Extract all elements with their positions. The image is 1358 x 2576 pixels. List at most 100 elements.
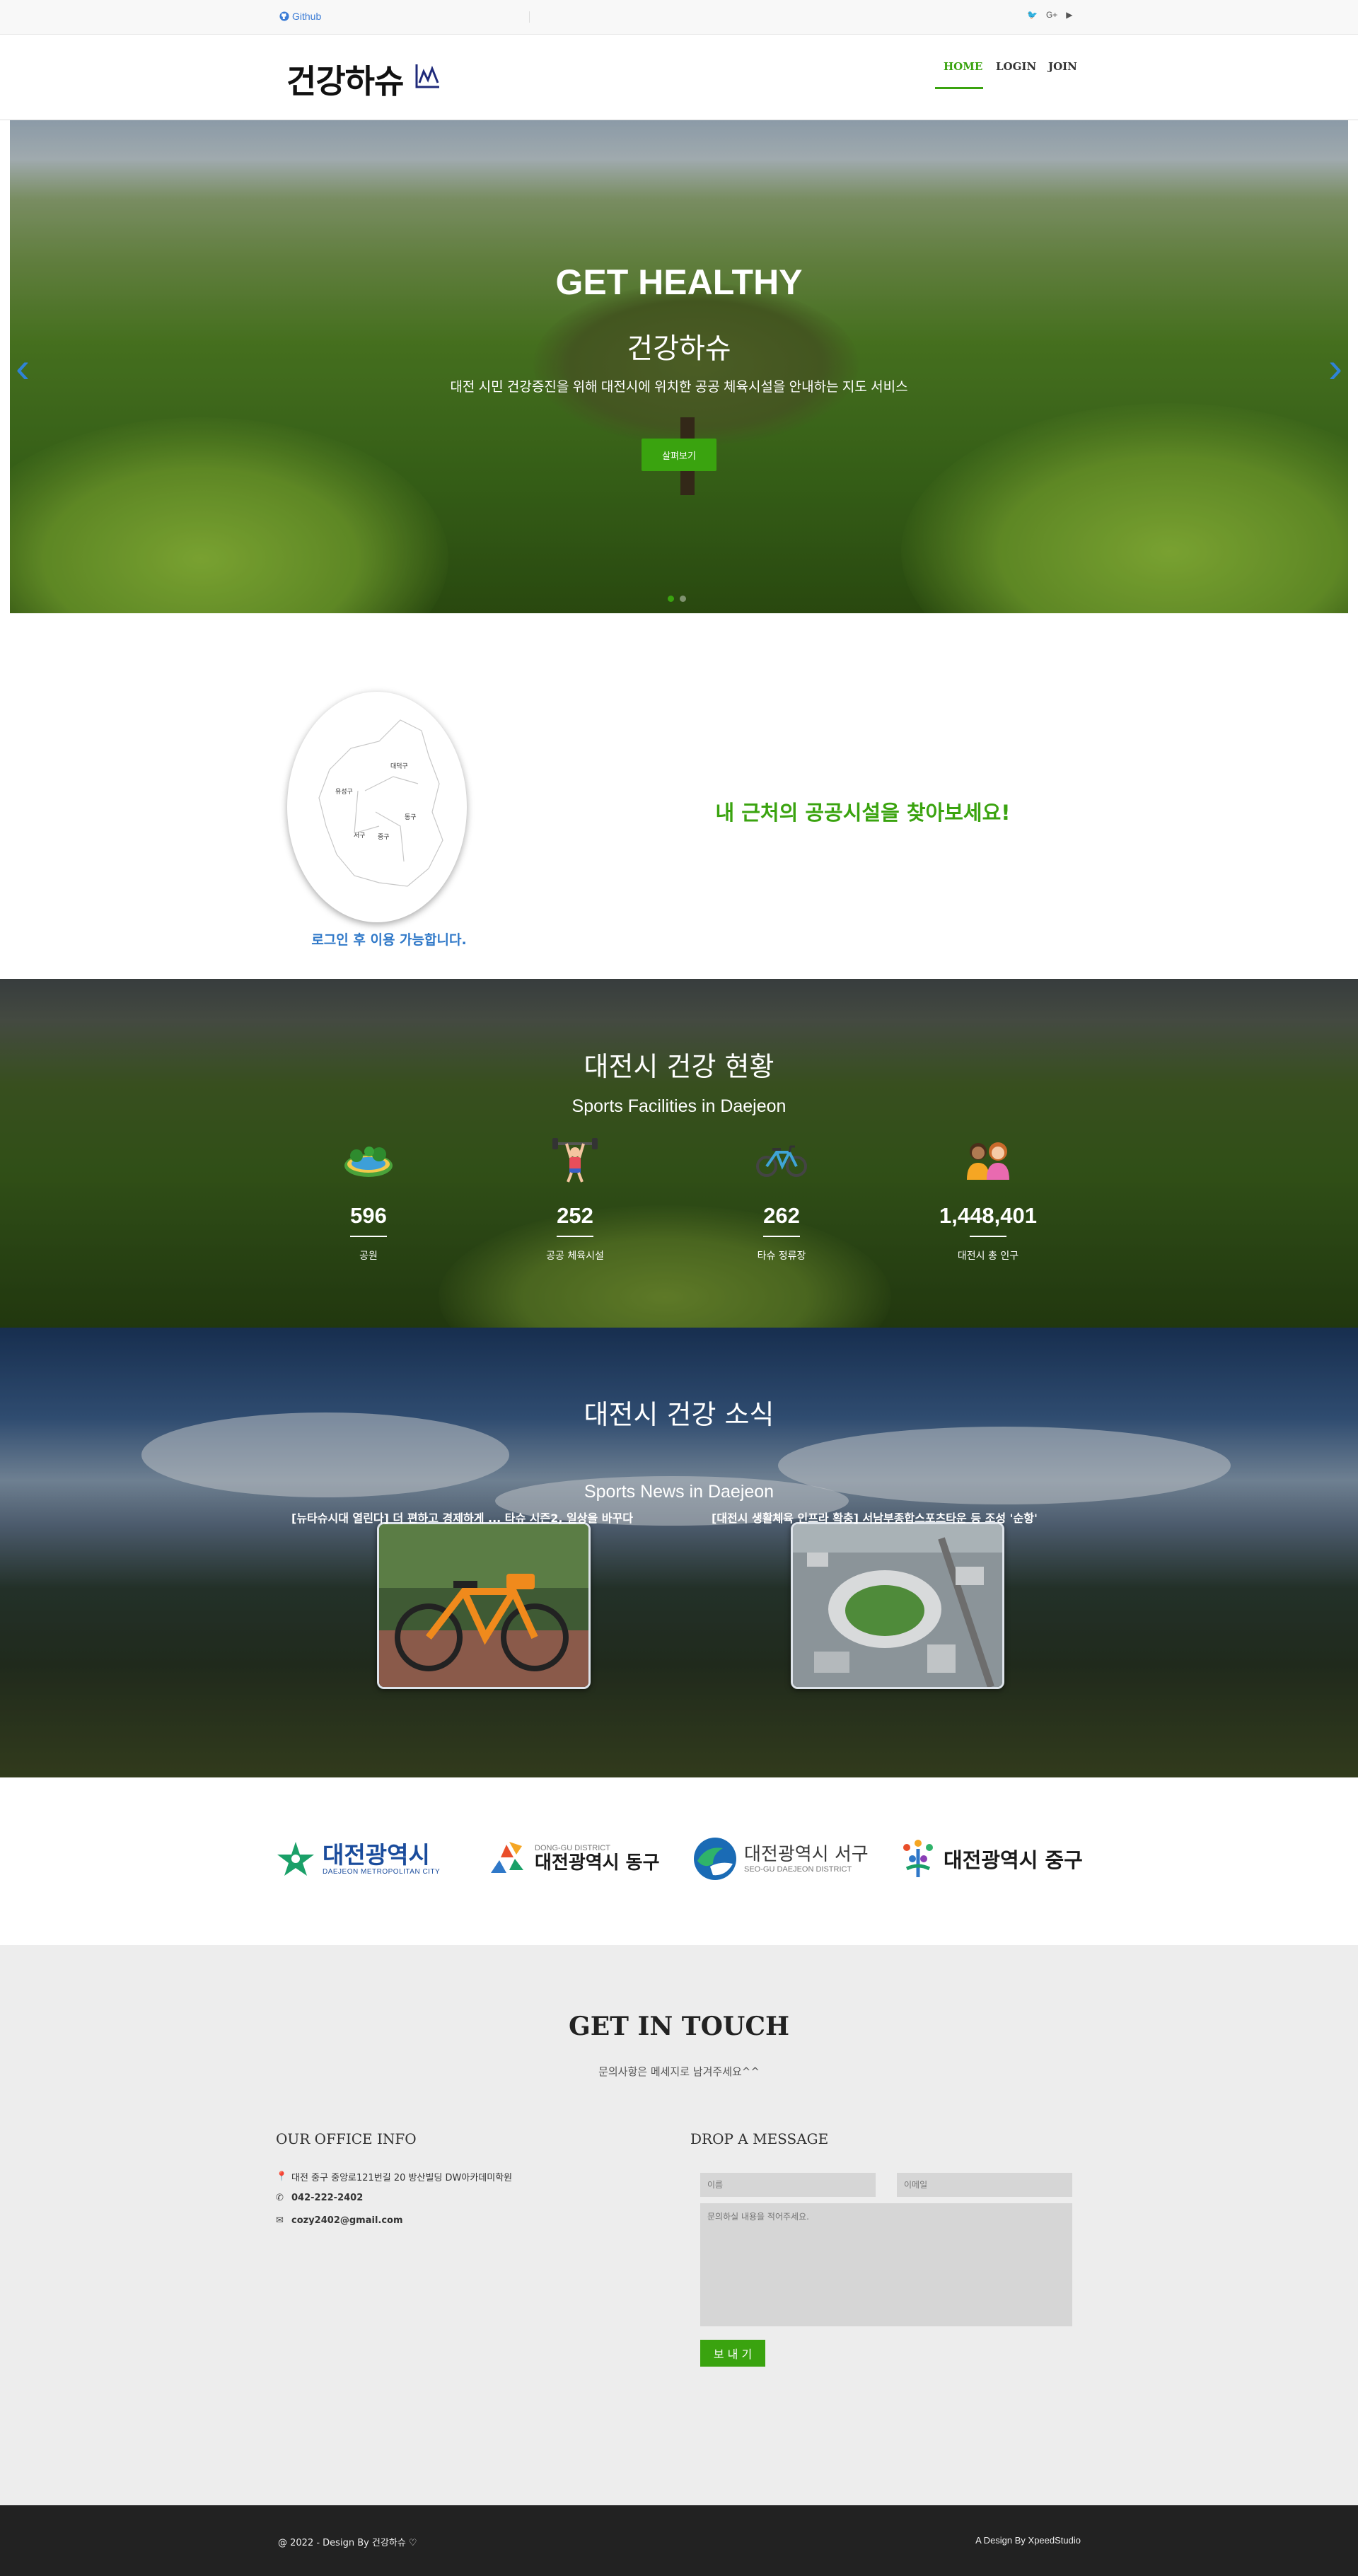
- stat-divider: [350, 1236, 387, 1237]
- partner-jung-gu[interactable]: 대전광역시 중구: [900, 1834, 1083, 1884]
- partner-dong-gu[interactable]: DONG-GU DISTRICT 대전광역시 동구: [485, 1834, 660, 1884]
- hero-description: 대전 시민 건강증진을 위해 대전시에 위치한 공공 체육시설을 안내하는 지도…: [450, 380, 908, 395]
- carousel-dot[interactable]: [680, 596, 686, 602]
- partner-seo-gu[interactable]: 대전광역시 서구 SEO-GU DAEJEON DISTRICT: [692, 1834, 869, 1884]
- stat-value: 262: [763, 1203, 800, 1228]
- github-label: Github: [292, 11, 322, 22]
- office-phone: ✆ 042-222-2402: [276, 2193, 363, 2203]
- news-subtitle: Sports News in Daejeon: [584, 1482, 774, 1502]
- stat-divider: [557, 1236, 593, 1237]
- logo-chart-icon: [415, 64, 439, 88]
- stats-title: 대전시 건강 현황: [584, 1051, 774, 1082]
- twitter-icon[interactable]: 🐦: [1027, 10, 1038, 20]
- news-caption[interactable]: [뉴타슈시대 열린다] 더 편하고 경제하게 ... 타슈 시즌2, 일상을 바…: [291, 1509, 633, 1526]
- stat-divider: [763, 1236, 800, 1237]
- message-textarea[interactable]: [700, 2203, 1072, 2326]
- news-section: 대전시 건강 소식 Sports News in Daejeon [뉴타슈시대 …: [0, 1328, 1358, 1777]
- drop-message-heading: DROP A MESSAGE: [690, 2130, 829, 2147]
- top-bar: Github 🐦 G+ ▶: [0, 0, 1358, 35]
- district-jung[interactable]: 중구: [378, 832, 390, 841]
- send-button[interactable]: 보 내 기: [700, 2340, 765, 2367]
- carousel-dot[interactable]: [668, 596, 674, 602]
- stat-bike-stations: 262 타슈 정류장: [686, 1137, 877, 1263]
- news-caption[interactable]: [대전시 생활체육 인프라 확충] 서남부종합스포츠타운 등 조성 '순항': [712, 1509, 1038, 1526]
- login-notice: 로그인 후 이용 가능합니다.: [311, 932, 467, 948]
- stat-label: 공원: [359, 1251, 378, 1262]
- email-text[interactable]: cozy2402@gmail.com: [291, 2215, 403, 2226]
- stat-population: 1,448,401 대전시 총 인구: [893, 1137, 1084, 1263]
- partner-subtitle: SEO-GU DAEJEON DISTRICT: [744, 1865, 852, 1874]
- stat-facilities: 252 공공 체육시설: [480, 1137, 671, 1263]
- phone-icon: ✆: [276, 2193, 284, 2203]
- bicycle-icon: [686, 1137, 877, 1183]
- district-dong[interactable]: 동구: [405, 812, 417, 821]
- daejeon-map[interactable]: 대덕구 유성구 동구 서구 중구: [287, 692, 467, 922]
- stat-label: 공공 체육시설: [546, 1251, 604, 1262]
- dong-gu-emblem-icon: [491, 1842, 523, 1873]
- explore-button[interactable]: 살펴보기: [642, 439, 716, 471]
- site-header: 건강하슈 HOME LOGIN JOIN: [0, 35, 1358, 120]
- nav-login[interactable]: LOGIN: [996, 60, 1036, 73]
- hero-carousel: GET HEALTHY 건강하슈 대전 시민 건강증진을 위해 대전시에 위치한…: [10, 120, 1348, 613]
- site-logo[interactable]: 건강하슈: [286, 56, 404, 103]
- youtube-icon[interactable]: ▶: [1066, 10, 1072, 20]
- google-plus-icon[interactable]: G+: [1046, 10, 1057, 20]
- map-marker-icon: 📍: [276, 2171, 288, 2182]
- phone-text: 042-222-2402: [291, 2193, 364, 2203]
- stat-label: 타슈 정류장: [757, 1251, 806, 1262]
- stadium-aerial-image[interactable]: [791, 1522, 1004, 1689]
- hero-subtitle: 건강하슈: [627, 332, 731, 365]
- office-email: ✉ cozy2402@gmail.com: [276, 2215, 403, 2226]
- stat-parks: 596 공원: [273, 1137, 464, 1263]
- stat-value: 1,448,401: [939, 1203, 1037, 1228]
- stat-value: 596: [350, 1203, 387, 1228]
- github-link[interactable]: Github: [279, 11, 321, 22]
- partner-name: 대전광역시 서구: [744, 1844, 869, 1865]
- footer-credit[interactable]: A Design By XpeedStudio: [975, 2535, 1081, 2546]
- github-icon: [279, 11, 289, 21]
- carousel-next-icon[interactable]: ›: [1328, 343, 1342, 392]
- contact-subtitle: 문의사항은 메세지로 남겨주세요^^: [598, 2065, 760, 2078]
- office-info-heading: OUR OFFICE INFO: [276, 2130, 417, 2147]
- topbar-divider: [529, 11, 530, 23]
- news-title: 대전시 건강 소식: [584, 1399, 774, 1430]
- find-facilities-headline: 내 근처의 공공시설을 찾아보세요!: [715, 801, 1011, 825]
- district-map-outline: [318, 719, 443, 887]
- partner-subtitle: DONG-GU DISTRICT: [535, 1844, 610, 1852]
- weightlifter-icon: [480, 1137, 671, 1183]
- jung-gu-emblem-icon: [903, 1840, 933, 1877]
- stat-label: 대전시 총 인구: [957, 1251, 1019, 1262]
- email-input[interactable]: [897, 2173, 1072, 2197]
- people-icon: [893, 1137, 1084, 1183]
- orange-bicycle-image[interactable]: [377, 1522, 591, 1689]
- footer-copyright: @ 2022 - Design By 건강하슈 ♡: [278, 2538, 417, 2548]
- partner-daejeon-city[interactable]: 대전광역시 DAEJEON METROPOLITAN CITY: [274, 1834, 440, 1884]
- name-input[interactable]: [700, 2173, 876, 2197]
- address-text: 대전 중구 중앙로121번길 20 방산빌딩 DW아카데미학원: [291, 2173, 513, 2183]
- office-address: 📍 대전 중구 중앙로121번길 20 방산빌딩 DW아카데미학원: [276, 2170, 512, 2183]
- nav-home[interactable]: HOME: [944, 60, 982, 73]
- social-links: 🐦 G+ ▶: [1027, 10, 1073, 20]
- hero-title: GET HEALTHY: [555, 262, 803, 302]
- stat-divider: [970, 1236, 1006, 1237]
- partner-subtitle: DAEJEON METROPOLITAN CITY: [323, 1867, 441, 1876]
- partner-name: 대전광역시 중구: [944, 1848, 1083, 1872]
- seo-gu-emblem-icon: [694, 1838, 736, 1880]
- news-card[interactable]: [791, 1522, 1004, 1689]
- carousel-prev-icon[interactable]: ‹: [16, 343, 30, 392]
- contact-title: GET IN TOUCH: [569, 2012, 789, 2041]
- hero-overlay: [10, 120, 1348, 613]
- news-card[interactable]: [377, 1522, 591, 1689]
- park-icon: [273, 1137, 464, 1183]
- nav-join[interactable]: JOIN: [1048, 60, 1077, 73]
- stats-overlay: [0, 979, 1358, 1328]
- district-yuseong[interactable]: 유성구: [335, 787, 353, 796]
- nav-active-indicator: [935, 87, 983, 89]
- envelope-icon: ✉: [276, 2215, 284, 2226]
- district-seo[interactable]: 서구: [354, 830, 366, 840]
- carousel-indicators: [668, 596, 686, 602]
- stats-section: 대전시 건강 현황 Sports Facilities in Daejeon 5…: [0, 979, 1358, 1328]
- contact-section: GET IN TOUCH 문의사항은 메세지로 남겨주세요^^ OUR OFFI…: [0, 1945, 1358, 2505]
- stats-subtitle: Sports Facilities in Daejeon: [571, 1096, 787, 1116]
- district-daedeok[interactable]: 대덕구: [390, 761, 408, 770]
